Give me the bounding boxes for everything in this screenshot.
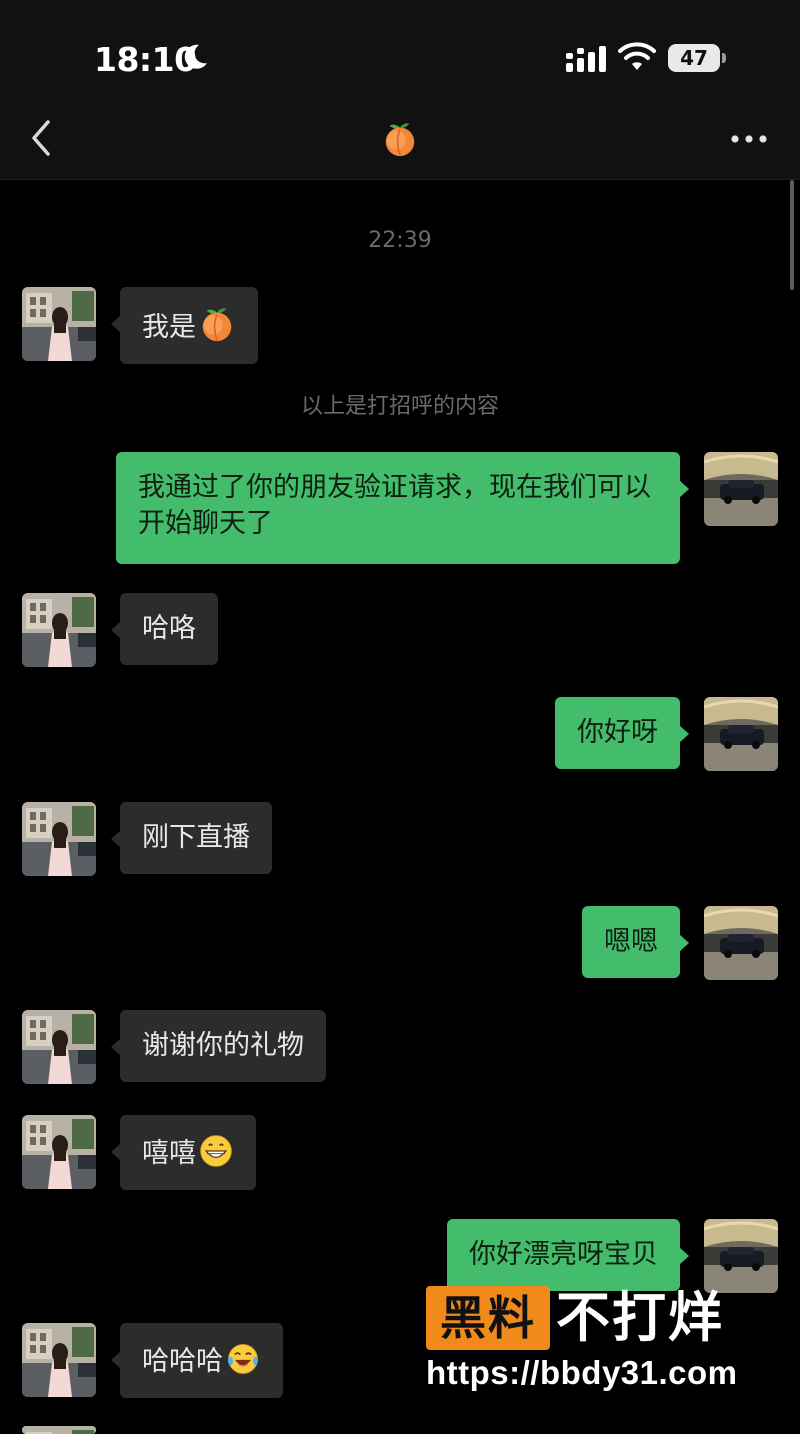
my-avatar[interactable] bbox=[704, 452, 778, 526]
watermark-text: 不打烊 bbox=[556, 1286, 724, 1349]
signal-icon bbox=[566, 46, 606, 72]
moon-icon bbox=[184, 44, 207, 69]
contact-avatar[interactable] bbox=[22, 1426, 96, 1434]
system-note: 以上是打招呼的内容 bbox=[300, 394, 499, 419]
message-text: 刚下直播 bbox=[142, 822, 250, 853]
message-text: 我通过了你的朋友验证请求，现在我们可以开始聊天了 bbox=[138, 472, 651, 539]
watermark-logo: 黑料 不打烊 bbox=[426, 1286, 756, 1350]
message-bubble-incoming[interactable]: 我是 bbox=[111, 287, 258, 364]
message-bubble-incoming[interactable]: 哈哈哈 bbox=[111, 1323, 283, 1398]
message-bubble-outgoing[interactable]: 嗯嗯 bbox=[582, 906, 689, 978]
battery-icon: 47 bbox=[668, 44, 726, 72]
contact-avatar[interactable] bbox=[22, 287, 96, 361]
back-chevron-icon[interactable] bbox=[26, 118, 56, 158]
message-bubble-incoming[interactable]: 谢谢你的礼物 bbox=[111, 1010, 326, 1082]
wifi-icon bbox=[618, 42, 656, 70]
chat-header bbox=[0, 100, 800, 180]
peach-emoji-icon bbox=[381, 120, 419, 158]
contact-avatar[interactable] bbox=[22, 802, 96, 876]
message-bubble-outgoing[interactable]: 你好呀 bbox=[555, 697, 689, 769]
battery-tip bbox=[722, 53, 726, 63]
message-text: 嗯嗯 bbox=[604, 926, 658, 957]
chat-timestamp: 22:39 bbox=[368, 228, 432, 253]
message-text: 我是 bbox=[142, 312, 196, 343]
contact-avatar[interactable] bbox=[22, 593, 96, 667]
message-text: 哈咯 bbox=[142, 613, 196, 644]
my-avatar[interactable] bbox=[704, 697, 778, 771]
contact-avatar[interactable] bbox=[22, 1115, 96, 1189]
my-avatar[interactable] bbox=[704, 906, 778, 980]
message-bubble-outgoing[interactable]: 你好漂亮呀宝贝 bbox=[447, 1219, 689, 1291]
watermark-url: https://bbdy31.com bbox=[426, 1354, 738, 1391]
message-text: 嘻嘻 bbox=[142, 1138, 196, 1169]
tears-of-joy-emoji-icon bbox=[225, 1341, 261, 1377]
message-bubble-incoming[interactable]: 嘻嘻 bbox=[111, 1115, 256, 1190]
contact-avatar[interactable] bbox=[22, 1323, 96, 1397]
message-bubble-outgoing[interactable]: 我通过了你的朋友验证请求，现在我们可以开始聊天了 bbox=[116, 452, 689, 564]
message-text: 你好呀 bbox=[577, 717, 658, 748]
grin-emoji-icon bbox=[198, 1133, 234, 1169]
message-text: 哈哈哈 bbox=[142, 1346, 223, 1377]
message-bubble-incoming[interactable]: 刚下直播 bbox=[111, 802, 272, 874]
message-text: 你好漂亮呀宝贝 bbox=[469, 1239, 658, 1270]
my-avatar[interactable] bbox=[704, 1219, 778, 1293]
message-bubble-incoming[interactable]: 哈咯 bbox=[111, 593, 218, 665]
battery-level: 47 bbox=[668, 44, 720, 72]
peach-emoji-icon bbox=[198, 305, 236, 343]
status-bar: 18:10 47 bbox=[0, 0, 800, 100]
message-text: 谢谢你的礼物 bbox=[142, 1030, 304, 1061]
watermark-badge: 黑料 bbox=[426, 1286, 550, 1350]
contact-avatar[interactable] bbox=[22, 1010, 96, 1084]
more-dots-icon[interactable] bbox=[726, 122, 772, 156]
